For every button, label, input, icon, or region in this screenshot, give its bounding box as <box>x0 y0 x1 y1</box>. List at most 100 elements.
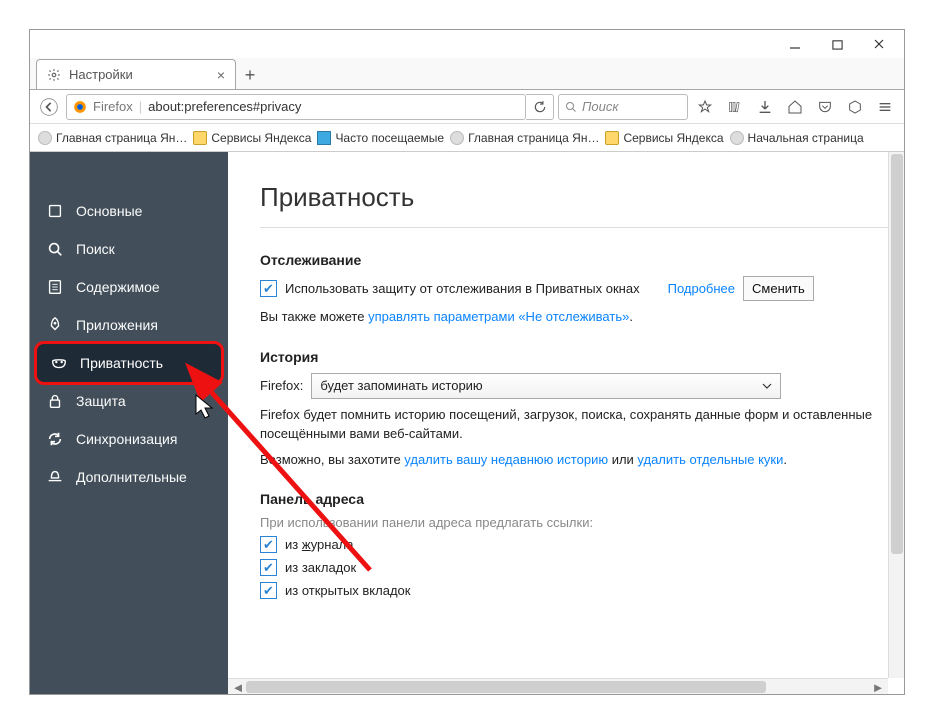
sidebar-item-rocket[interactable]: Приложения <box>30 306 228 344</box>
firefox-icon <box>73 100 87 114</box>
search-icon <box>565 101 577 113</box>
identity-label: Firefox <box>93 99 133 114</box>
globe-icon <box>450 131 464 145</box>
bookmark-label: Сервисы Яндекса <box>623 131 723 145</box>
tracking-heading: Отслеживание <box>260 252 904 268</box>
vertical-scrollbar[interactable] <box>888 152 904 678</box>
sidebar-item-hat[interactable]: Дополнительные <box>30 458 228 496</box>
sidebar-item-square[interactable]: Основные <box>30 192 228 230</box>
sidebar-item-mask[interactable]: Приватность <box>34 341 224 385</box>
tab-settings[interactable]: Настройки × <box>36 59 236 89</box>
sidebar-item-label: Синхронизация <box>76 431 177 447</box>
addressbar-option: ✔из открытых вкладок <box>260 582 904 599</box>
menu-icon[interactable] <box>872 95 898 119</box>
sidebar-item-label: Содержимое <box>76 279 160 295</box>
scroll-thumb[interactable] <box>891 154 903 554</box>
tab-strip: Настройки × + <box>30 58 904 90</box>
close-button[interactable] <box>858 30 900 58</box>
downloads-icon[interactable] <box>752 95 778 119</box>
pocket-icon[interactable] <box>812 95 838 119</box>
reload-button[interactable] <box>526 94 554 120</box>
tracking-checkbox-label: Использовать защиту от отслеживания в Пр… <box>285 281 640 296</box>
scroll-thumb[interactable] <box>246 681 766 693</box>
globe-icon <box>730 131 744 145</box>
option-label: из журнала <box>285 537 354 552</box>
divider <box>260 227 904 228</box>
bookmark-item[interactable]: Начальная страница <box>730 131 864 145</box>
chevron-down-icon <box>762 381 772 391</box>
bookmark-label: Сервисы Яндекса <box>211 131 311 145</box>
tab-title: Настройки <box>69 67 133 82</box>
addressbar-heading: Панель адреса <box>260 491 904 507</box>
bookmark-item[interactable]: Главная страница Ян… <box>38 131 187 145</box>
tracking-more-link[interactable]: Подробнее <box>668 281 735 296</box>
bookmark-label: Часто посещаемые <box>335 131 444 145</box>
rocket-icon <box>46 316 64 334</box>
dnt-link[interactable]: управлять параметрами «Не отслеживать» <box>368 309 629 324</box>
home-icon[interactable] <box>782 95 808 119</box>
search-placeholder: Поиск <box>582 99 619 114</box>
lock-icon <box>46 392 64 410</box>
content-area: Основные Поиск Содержимое Приложения Приватн… <box>30 152 904 694</box>
history-prefix: Firefox: <box>260 378 303 393</box>
search-icon <box>46 240 64 258</box>
horizontal-scrollbar[interactable]: ◄ ► <box>228 678 888 694</box>
preferences-sidebar: Основные Поиск Содержимое Приложения Приватн… <box>30 152 228 694</box>
close-tab-icon[interactable]: × <box>217 67 225 83</box>
library-icon[interactable] <box>722 95 748 119</box>
nav-toolbar: Firefox | Поиск <box>30 90 904 124</box>
tracking-change-button[interactable]: Сменить <box>743 276 814 301</box>
bookmark-item[interactable]: Главная страница Ян… <box>450 131 599 145</box>
bookmark-item[interactable]: Сервисы Яндекса <box>605 131 723 145</box>
yfav-icon <box>317 131 331 145</box>
url-input[interactable] <box>148 99 519 114</box>
bookmark-label: Главная страница Ян… <box>56 131 187 145</box>
history-heading: История <box>260 349 904 365</box>
globe-icon <box>38 131 52 145</box>
bookmark-label: Начальная страница <box>748 131 864 145</box>
preferences-main: Приватность Отслеживание ✔ Использовать … <box>228 152 904 694</box>
bookmark-item[interactable]: Часто посещаемые <box>317 131 444 145</box>
dnt-text: Вы также можете управлять параметрами «Н… <box>260 307 904 327</box>
option-checkbox[interactable]: ✔ <box>260 536 277 553</box>
clear-cookies-link[interactable]: удалить отдельные куки <box>637 452 783 467</box>
option-checkbox[interactable]: ✔ <box>260 559 277 576</box>
folder-icon <box>193 131 207 145</box>
scroll-left-arrow[interactable]: ◄ <box>230 679 246 694</box>
sync-icon <box>46 430 64 448</box>
history-mode-dropdown[interactable]: будет запоминать историю <box>311 373 781 399</box>
bookmark-item[interactable]: Сервисы Яндекса <box>193 131 311 145</box>
gear-icon <box>47 68 61 82</box>
sidebar-item-search[interactable]: Поиск <box>30 230 228 268</box>
sidebar-item-label: Поиск <box>76 241 115 257</box>
back-button[interactable] <box>36 95 62 119</box>
maximize-button[interactable] <box>816 30 858 58</box>
sidebar-item-lock[interactable]: Защита <box>30 382 228 420</box>
sidebar-item-doc[interactable]: Содержимое <box>30 268 228 306</box>
addressbar-option: ✔ из журнала <box>260 536 904 553</box>
addressbar-desc: При использовании панели адреса предлага… <box>260 515 904 530</box>
window-titlebar <box>30 30 904 58</box>
search-box[interactable]: Поиск <box>558 94 688 120</box>
clear-history-link[interactable]: удалить вашу недавнюю историю <box>404 452 608 467</box>
scroll-right-arrow[interactable]: ► <box>870 679 886 694</box>
new-tab-button[interactable]: + <box>236 61 264 89</box>
hat-icon <box>46 468 64 486</box>
folder-icon <box>605 131 619 145</box>
minimize-button[interactable] <box>774 30 816 58</box>
bookmark-star-icon[interactable] <box>692 95 718 119</box>
url-bar[interactable]: Firefox | <box>66 94 526 120</box>
option-checkbox[interactable]: ✔ <box>260 582 277 599</box>
sidebar-item-label: Приватность <box>80 355 163 371</box>
square-icon <box>46 202 64 220</box>
sidebar-item-sync[interactable]: Синхронизация <box>30 420 228 458</box>
mask-icon <box>50 354 68 372</box>
sidebar-item-label: Приложения <box>76 317 158 333</box>
option-label: из закладок <box>285 560 356 575</box>
bookmark-label: Главная страница Ян… <box>468 131 599 145</box>
browser-window: Настройки × + Firefox | Поиск Главная ст… <box>29 29 905 695</box>
page-title: Приватность <box>260 182 904 213</box>
addon-icon[interactable] <box>842 95 868 119</box>
sidebar-item-label: Защита <box>76 393 126 409</box>
tracking-checkbox[interactable]: ✔ <box>260 280 277 297</box>
